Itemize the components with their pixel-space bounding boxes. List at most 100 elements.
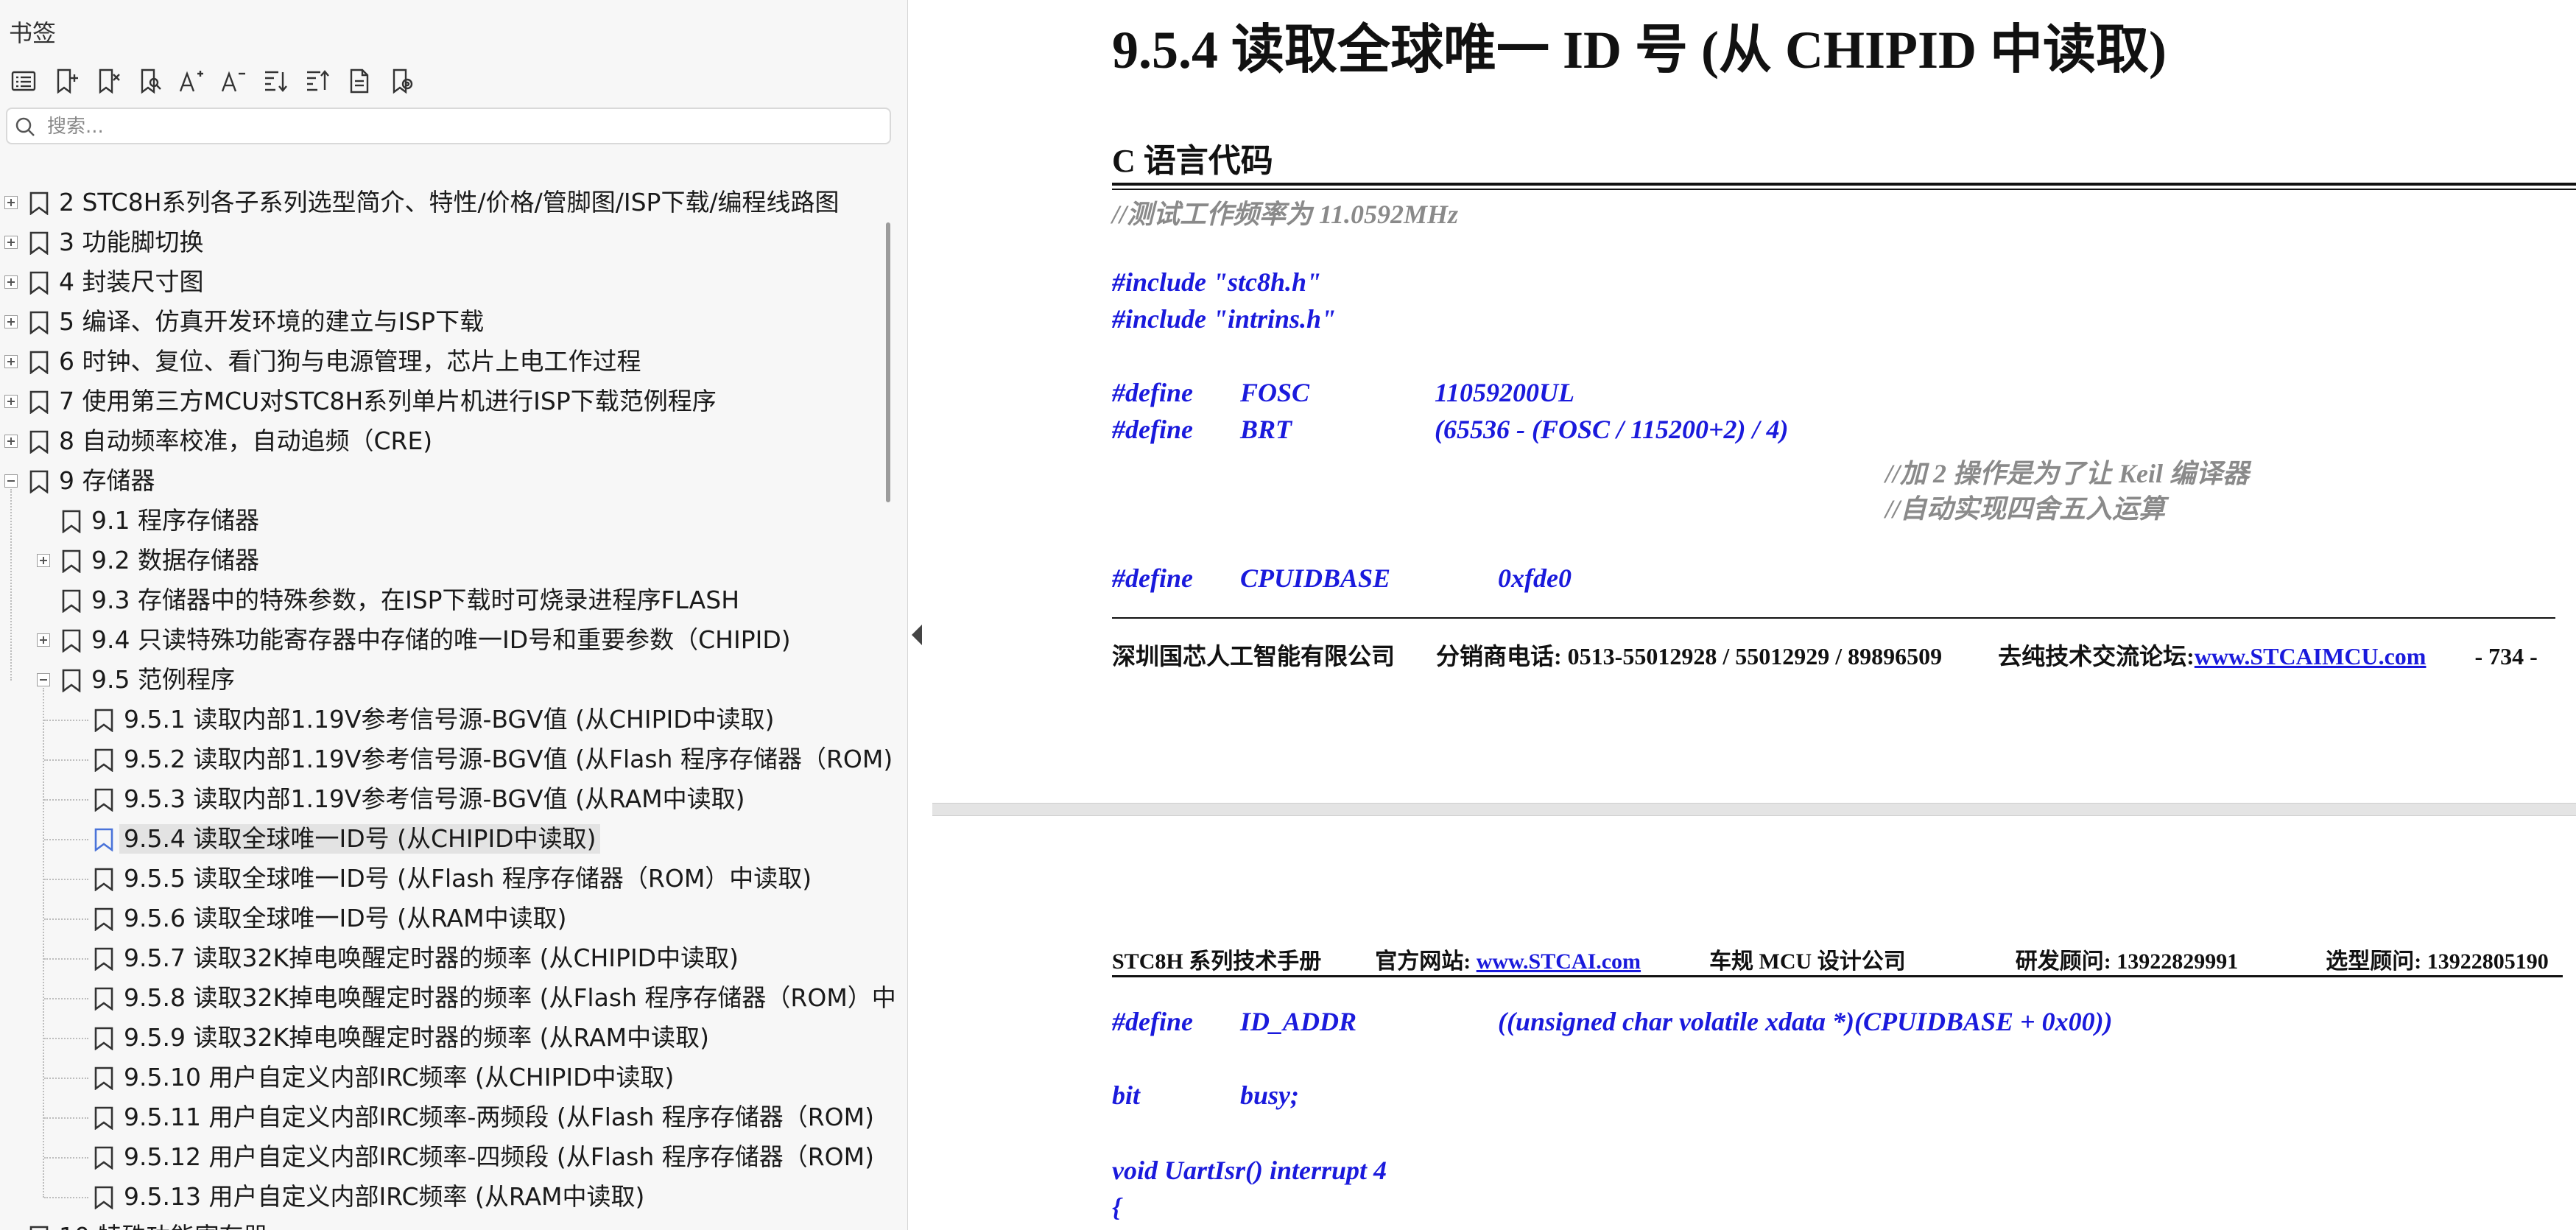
collapse-toggle-icon[interactable] xyxy=(4,474,18,488)
define-fosc-value: 11059200UL xyxy=(1435,378,1575,407)
bookmark-item[interactable]: 7 使用第三方MCU对STC8H系列单片机进行ISP下载范例程序 xyxy=(0,382,876,421)
bookmark-icon xyxy=(60,549,82,579)
header-rd-phone: 研发顾问: 13922829991 xyxy=(2015,949,2239,974)
bookmark-item[interactable]: 9.5.4 读取全球唯一ID号 (从CHIPID中读取) xyxy=(0,819,876,859)
bookmark-item[interactable]: 9.4 只读特殊功能寄存器中存储的唯一ID号和重要参数（CHIPID) xyxy=(0,620,876,660)
expand-toggle-icon[interactable] xyxy=(4,355,18,368)
collapse-toggle-icon[interactable] xyxy=(37,673,50,686)
collapse-all-icon[interactable] xyxy=(303,66,332,96)
bookmark-icon xyxy=(93,947,115,977)
bookmark-label: 9.5.7 读取32K掉电唤醒定时器的频率 (从CHIPID中读取) xyxy=(124,943,739,972)
bookmark-icon xyxy=(93,709,115,738)
define-brt-value: (65536 - (FOSC / 115200+2) / 4) xyxy=(1435,415,1789,444)
bookmark-item[interactable]: 9.5.5 读取全球唯一ID号 (从Flash 程序存储器（ROM）中读取) xyxy=(0,859,876,899)
expand-toggle-icon[interactable] xyxy=(4,275,18,289)
code-subheading: C 语言代码 xyxy=(1112,143,1273,179)
tree-guide-line xyxy=(44,1038,88,1039)
bookmark-item[interactable]: 9.5.10 用户自定义内部IRC频率 (从CHIPID中读取) xyxy=(0,1058,876,1097)
expand-toggle-icon[interactable] xyxy=(4,395,18,408)
bookmark-icon xyxy=(93,748,115,778)
tree-guide-line xyxy=(44,958,88,960)
font-decrease-icon[interactable] xyxy=(219,66,248,96)
expand-toggle-icon[interactable] xyxy=(37,633,50,647)
expand-toggle-icon[interactable] xyxy=(37,554,50,567)
bookmark-icon xyxy=(93,1066,115,1096)
bookmark-item[interactable]: 9.5.12 用户自定义内部IRC频率-四频段 (从Flash 程序存储器（RO… xyxy=(0,1137,876,1177)
bookmark-item[interactable]: 9.5.7 读取32K掉电唤醒定时器的频率 (从CHIPID中读取) xyxy=(0,938,876,978)
bookmark-item[interactable]: 9 存储器 xyxy=(0,461,876,501)
bookmark-item[interactable]: 9.5.3 读取内部1.19V参考信号源-BGV值 (从RAM中读取) xyxy=(0,779,876,819)
bookmark-icon xyxy=(60,510,82,539)
bookmark-item[interactable]: 9.5.6 读取全球唯一ID号 (从RAM中读取) xyxy=(0,899,876,938)
bookmark-item[interactable]: 3 功能脚切换 xyxy=(0,222,876,262)
font-increase-icon[interactable] xyxy=(177,66,206,96)
bookmark-item[interactable]: 6 时钟、复位、看门狗与电源管理，芯片上电工作过程 xyxy=(0,342,876,382)
bookmark-item[interactable]: 9.5.1 读取内部1.19V参考信号源-BGV值 (从CHIPID中读取) xyxy=(0,700,876,739)
bookmark-icon xyxy=(60,629,82,658)
bookmark-label: 9.5 范例程序 xyxy=(91,665,235,694)
bookmark-item[interactable]: 8 自动频率校准，自动追频（CRE) xyxy=(0,421,876,461)
bookmarks-panel: 书签 搜索... 2 STC8H系列各子系列选型简介、特性/价格/管脚图/ISP… xyxy=(0,0,908,1230)
bookmark-add-icon[interactable] xyxy=(51,66,80,96)
bookmark-settings-icon[interactable] xyxy=(387,66,416,96)
bookmark-item[interactable]: 4 封装尺寸图 xyxy=(0,262,876,302)
search-input[interactable] xyxy=(46,113,859,140)
bookmark-label: 9.5.10 用户自定义内部IRC频率 (从CHIPID中读取) xyxy=(124,1063,675,1092)
bookmark-delete-icon[interactable] xyxy=(93,66,122,96)
bookmark-search-box[interactable] xyxy=(6,108,891,144)
expand-toggle-icon[interactable] xyxy=(4,435,18,448)
define-id-addr-value: ((unsigned char volatile xdata *)(CPUIDB… xyxy=(1498,1007,2113,1036)
tree-guide-line xyxy=(44,720,88,721)
bookmark-item[interactable]: 2 STC8H系列各子系列选型简介、特性/价格/管脚图/ISP下载/编程线路图 xyxy=(0,183,876,222)
bookmark-icon xyxy=(28,470,50,499)
bookmark-label: 9 存储器 xyxy=(59,466,155,495)
tree-guide-line xyxy=(44,1197,88,1198)
bookmark-item[interactable]: 9.2 数据存储器 xyxy=(0,541,876,580)
bookmark-find-icon[interactable] xyxy=(135,66,164,96)
bookmark-icon xyxy=(93,987,115,1016)
bookmark-item[interactable]: 9.3 存储器中的特殊参数，在ISP下载时可烧录进程序FLASH xyxy=(0,580,876,620)
bookmark-item[interactable]: 9.5.2 读取内部1.19V参考信号源-BGV值 (从Flash 程序存储器（… xyxy=(0,739,893,779)
bookmark-icon xyxy=(28,271,50,301)
expand-toggle-icon[interactable] xyxy=(4,236,18,249)
bookmark-label: 9.5.11 用户自定义内部IRC频率-两频段 (从Flash 程序存储器（RO… xyxy=(124,1103,875,1131)
tree-guide-line xyxy=(43,688,44,1198)
bookmark-item[interactable]: 10 特殊功能寄存器 xyxy=(0,1217,876,1230)
header-site-link[interactable]: www.STCAI.com xyxy=(1477,949,1641,974)
bookmark-label: 9.5.1 读取内部1.19V参考信号源-BGV值 (从CHIPID中读取) xyxy=(124,705,775,734)
bookmark-tree: 2 STC8H系列各子系列选型简介、特性/价格/管脚图/ISP下载/编程线路图 3… xyxy=(0,183,896,1230)
section-heading: 9.5.4 读取全球唯一 ID 号 (从 CHIPID 中读取) xyxy=(1112,21,2167,80)
bookmark-label: 9.3 存储器中的特殊参数，在ISP下载时可烧录进程序FLASH xyxy=(91,586,740,614)
bookmark-label: 9.5.4 读取全球唯一ID号 (从CHIPID中读取) xyxy=(119,824,601,854)
footer-forum-link[interactable]: www.STCAIMCU.com xyxy=(2195,643,2427,670)
bookmark-label: 9.5.12 用户自定义内部IRC频率-四频段 (从Flash 程序存储器（RO… xyxy=(124,1142,875,1171)
bookmark-label: 9.5.5 读取全球唯一ID号 (从Flash 程序存储器（ROM）中读取) xyxy=(124,864,812,893)
footer-company: 深圳国芯人工智能有限公司 xyxy=(1112,643,1396,670)
expand-toggle-icon[interactable] xyxy=(4,196,18,209)
scrollbar-thumb[interactable] xyxy=(886,222,890,502)
bookmark-label: 9.5.2 读取内部1.19V参考信号源-BGV值 (从Flash 程序存储器（… xyxy=(124,745,893,773)
bookmark-label: 9.4 只读特殊功能寄存器中存储的唯一ID号和重要参数（CHIPID) xyxy=(91,625,791,654)
tree-guide-line xyxy=(44,1117,88,1119)
bookmark-item[interactable]: 5 编译、仿真开发环境的建立与ISP下载 xyxy=(0,302,876,342)
bookmark-icon xyxy=(93,1027,115,1056)
define-cpuidbase-name: CPUIDBASE xyxy=(1240,563,1391,593)
bookmark-item[interactable]: 9.5 范例程序 xyxy=(0,660,876,700)
bookmark-item[interactable]: 9.1 程序存储器 xyxy=(0,501,876,541)
bookmark-item[interactable]: 9.5.8 读取32K掉电唤醒定时器的频率 (从Flash 程序存储器（ROM）… xyxy=(0,978,896,1018)
comment-keil-1: //加 2 操作是为了让 Keil 编译器 xyxy=(1885,459,2249,488)
bookmark-item[interactable]: 9.5.13 用户自定义内部IRC频率 (从RAM中读取) xyxy=(0,1177,876,1217)
expand-toggle-icon[interactable] xyxy=(4,315,18,328)
bookmark-icon xyxy=(60,669,82,698)
collapse-panel-arrow-icon[interactable] xyxy=(912,625,922,645)
bookmark-item[interactable]: 9.5.9 读取32K掉电唤醒定时器的频率 (从RAM中读取) xyxy=(0,1018,876,1058)
page-number: - 734 - xyxy=(2474,643,2538,670)
bookmark-properties-icon[interactable] xyxy=(345,66,374,96)
bookmark-item[interactable]: 9.5.11 用户自定义内部IRC频率-两频段 (从Flash 程序存储器（RO… xyxy=(0,1097,876,1137)
footer-phone: 分销商电话: 0513-55012928 / 55012929 / 898965… xyxy=(1436,643,1943,670)
bookmark-toolbar xyxy=(9,62,416,100)
expand-all-icon[interactable] xyxy=(261,66,290,96)
list-icon[interactable] xyxy=(9,66,38,96)
bit-keyword: bit xyxy=(1112,1080,1141,1110)
tree-guide-line xyxy=(44,1078,88,1079)
